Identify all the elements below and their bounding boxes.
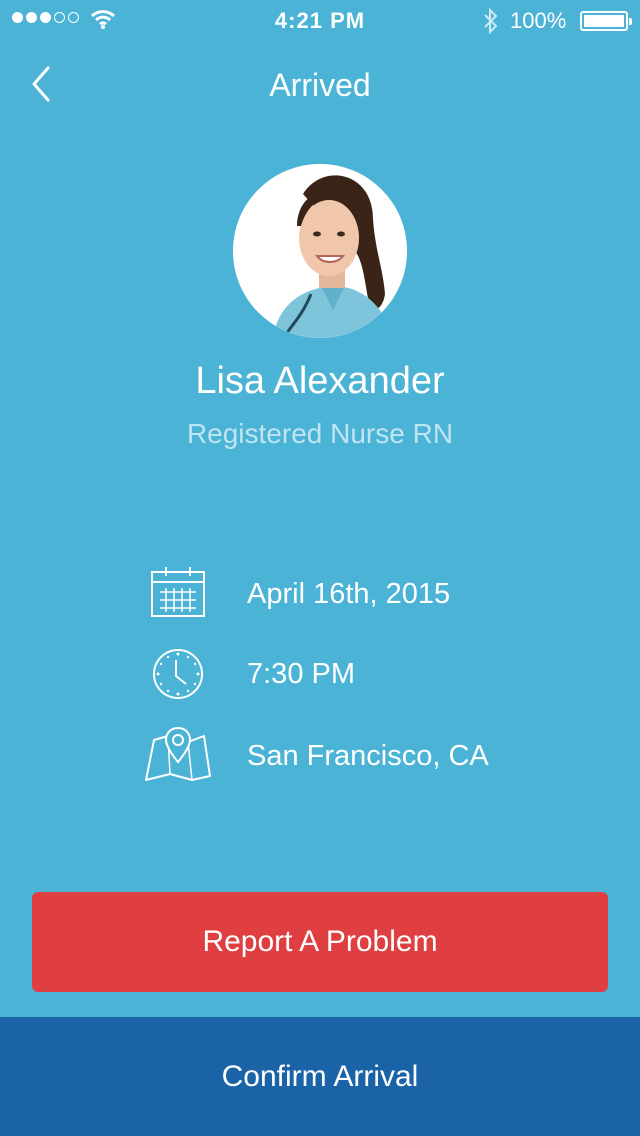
battery-percent: 100%	[510, 8, 567, 33]
appointment-time: 7:30 PM	[247, 658, 355, 690]
nurse-photo	[233, 164, 407, 338]
page-title: Arrived	[269, 67, 371, 103]
report-problem-button[interactable]: Report A Problem	[32, 892, 608, 992]
bluetooth-icon	[484, 7, 498, 35]
map-pin-icon	[145, 726, 211, 781]
confirm-arrival-button[interactable]: Confirm Arrival	[0, 1017, 640, 1136]
navigation-bar: Arrived	[0, 56, 640, 112]
appointment-location: San Francisco, CA	[247, 740, 489, 772]
info-row-time: 7:30 PM	[140, 642, 560, 706]
avatar	[233, 164, 407, 338]
info-row-location: San Francisco, CA	[140, 724, 560, 788]
nurse-role: Registered Nurse RN	[186, 418, 454, 449]
battery-icon	[580, 11, 632, 31]
clock-icon	[153, 649, 203, 699]
info-row-date: April 16th, 2015	[140, 562, 560, 626]
nurse-name: Lisa Alexander	[195, 360, 445, 402]
status-bar: 4:21 PM 100%	[0, 0, 640, 40]
appointment-date: April 16th, 2015	[247, 578, 451, 610]
calendar-icon	[151, 567, 205, 617]
